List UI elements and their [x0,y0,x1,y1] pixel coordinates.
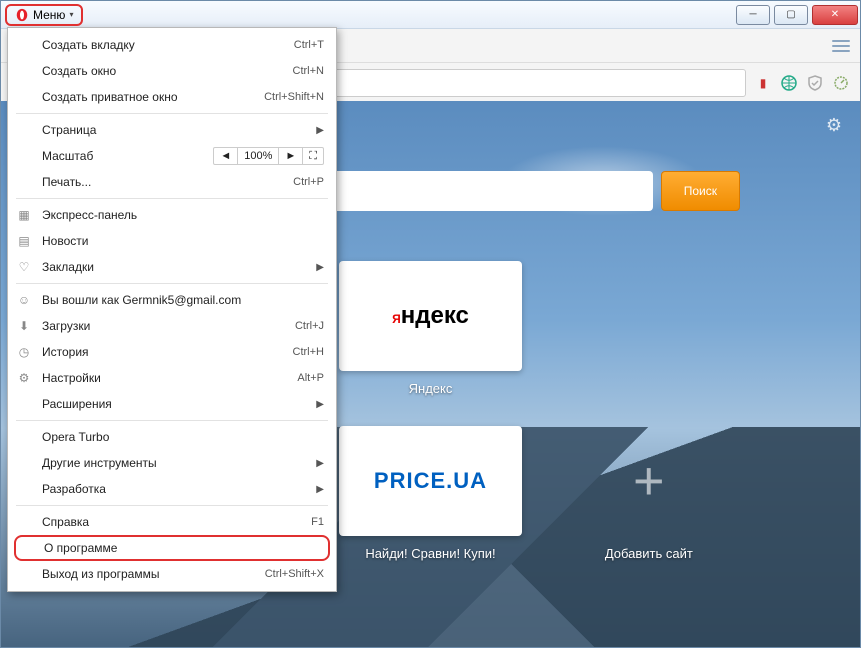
news-icon: ▤ [16,233,32,249]
menu-extensions[interactable]: Расширения ▶ [8,391,336,417]
minimize-button[interactable]: ─ [736,5,770,25]
opera-logo-icon [15,8,29,22]
download-icon: ⬇ [16,318,32,334]
fullscreen-button[interactable]: ⛶ [303,148,323,164]
search-button[interactable]: Поиск [661,171,740,211]
main-menu-button[interactable]: Меню ▾ [5,4,83,26]
menu-new-window[interactable]: Создать окно Ctrl+N [8,58,336,84]
zoom-out-button[interactable]: ◄ [214,148,238,164]
chevron-down-icon: ▾ [69,10,73,19]
menu-page[interactable]: Страница ▶ [8,117,336,143]
window-controls: ─ ▢ ✕ [734,5,860,25]
menu-settings[interactable]: ⚙ Настройки Alt+P [8,365,336,391]
clock-icon: ◷ [16,344,32,360]
menu-turbo[interactable]: Opera Turbo [8,424,336,450]
menu-speeddial[interactable]: ▦ Экспресс-панель [8,202,336,228]
browser-window: Меню ▾ ─ ▢ ✕ ◄ ► ⟳ ▮ [0,0,861,648]
tile-priceua[interactable]: PRICE.UA Найди! Сравни! Купи! [339,426,521,561]
plus-icon: + [633,450,665,512]
menu-history[interactable]: ◷ История Ctrl+H [8,339,336,365]
chevron-right-icon: ▶ [316,458,324,469]
user-icon: ☺ [16,292,32,308]
bookmark-icon[interactable]: ▮ [754,74,772,92]
customize-gear-icon[interactable]: ⚙ [826,115,842,136]
menu-news[interactable]: ▤ Новости [8,228,336,254]
menu-label: Меню [33,8,65,22]
menu-print[interactable]: Печать... Ctrl+P [8,169,336,195]
panel-toggle-icon[interactable] [832,40,850,52]
menu-other-tools[interactable]: Другие инструменты ▶ [8,450,336,476]
chevron-right-icon: ▶ [316,262,324,273]
shield-icon[interactable] [806,74,824,92]
zoom-value: 100% [238,148,279,164]
chevron-right-icon: ▶ [316,399,324,410]
main-menu-dropdown: Создать вкладку Ctrl+T Создать окно Ctrl… [7,27,337,592]
menu-about[interactable]: О программе [14,535,330,561]
menu-zoom[interactable]: Масштаб ◄ 100% ► ⛶ [8,143,336,169]
menu-downloads[interactable]: ⬇ Загрузки Ctrl+J [8,313,336,339]
close-button[interactable]: ✕ [812,5,858,25]
titlebar: Меню ▾ ─ ▢ ✕ [1,1,860,29]
menu-bookmarks[interactable]: ♡ Закладки ▶ [8,254,336,280]
maximize-button[interactable]: ▢ [774,5,808,25]
menu-new-private[interactable]: Создать приватное окно Ctrl+Shift+N [8,84,336,110]
grid-icon: ▦ [16,207,32,223]
chevron-right-icon: ▶ [316,125,324,136]
menu-exit[interactable]: Выход из программы Ctrl+Shift+X [8,561,336,587]
menu-account[interactable]: ☺ Вы вошли как Germnik5@gmail.com [8,287,336,313]
tile-yandex[interactable]: Яндекс Яндекс [339,261,521,396]
menu-help[interactable]: Справка F1 [8,509,336,535]
globe-icon[interactable] [780,74,798,92]
zoom-control: ◄ 100% ► ⛶ [213,147,324,165]
heart-icon: ♡ [16,259,32,275]
gear-icon: ⚙ [16,370,32,386]
zoom-in-button[interactable]: ► [279,148,303,164]
menu-dev[interactable]: Разработка ▶ [8,476,336,502]
tile-add-site[interactable]: + Добавить сайт [558,426,740,561]
turbo-icon[interactable] [832,74,850,92]
menu-new-tab[interactable]: Создать вкладку Ctrl+T [8,32,336,58]
chevron-right-icon: ▶ [316,484,324,495]
